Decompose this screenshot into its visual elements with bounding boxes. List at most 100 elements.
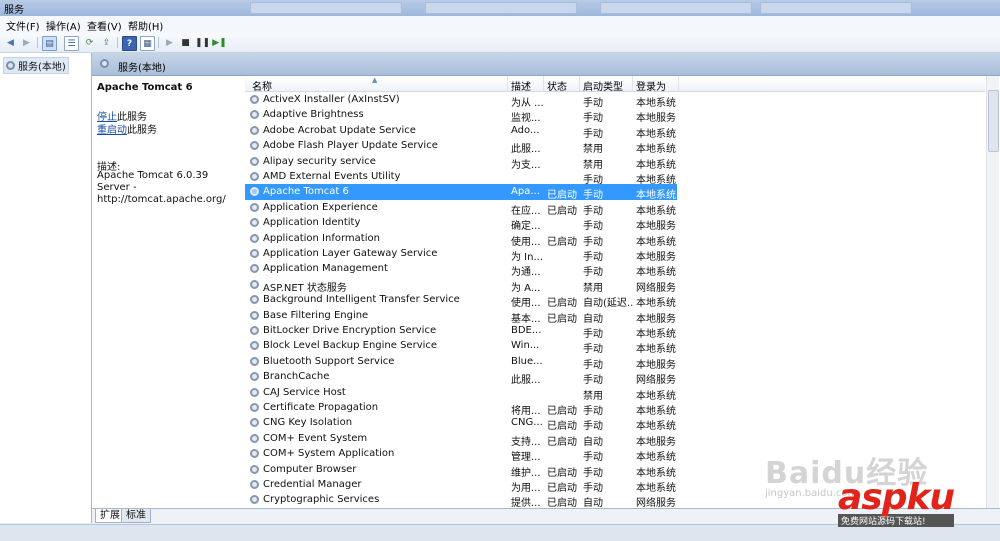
service-row[interactable]: COM+ Event System 支持... 已启动 自动 本地服务 [245,431,677,448]
service-row[interactable]: BitLocker Drive Encryption Service BDE...… [245,323,677,340]
service-row[interactable]: Adobe Flash Player Update Service 此服... 禁用… [245,138,677,155]
service-row[interactable]: Cryptographic Services 提供... 已启动 自动 网络服务 [245,492,677,508]
gear-icon [250,356,259,366]
gear-icon [250,172,259,181]
service-row[interactable]: ActiveX Installer (AxInstSV) 为从 ... 手动 本地系统 [245,92,677,109]
column-divider[interactable] [678,76,679,91]
export-icon[interactable]: ⇪ [100,36,113,49]
service-name: CAJ Service Host [263,386,346,398]
service-name: ActiveX Installer (AxInstSV) [263,94,400,105]
service-row[interactable]: Adaptive Brightness 监视... 手动 本地服务 [245,107,677,124]
play-icon[interactable]: ▶ [163,36,176,49]
column-startup-type[interactable]: 启动类型 [583,78,623,93]
service-row[interactable]: BranchCache 此服... 手动 网络服务 [245,369,677,386]
restart-service-row: 重启动此服务 [97,121,157,136]
gear-icon [250,310,259,320]
column-divider[interactable] [543,76,544,91]
service-name: Base Filtering Engine [263,309,369,321]
tree-node-services-local[interactable]: 服务(本地) [3,57,69,74]
service-row[interactable]: Adobe Acrobat Update Service Ado... 手动 本地系统 [245,123,677,140]
column-divider[interactable] [579,76,580,91]
gear-icon [250,95,259,104]
column-description[interactable]: 描述 [511,78,531,93]
column-name[interactable]: 名称 [252,78,272,93]
properties-icon[interactable]: ▦ [140,36,155,51]
service-name: Credential Manager [263,479,362,490]
service-name: Block Level Backup Engine Service [263,340,438,352]
restart-service-link[interactable]: 重启动 [97,125,127,136]
service-description: Win... [511,340,540,352]
service-row[interactable]: Application Layer Gateway Service 为 In...… [245,246,677,263]
service-row[interactable]: Application Experience 在应... 已启动 手动 本地系统 [245,200,677,217]
service-row[interactable]: Apache Tomcat 6 Apa... 已启动 手动 本地系统 [245,184,677,201]
service-startup-type: 自动 [583,498,603,508]
service-row[interactable]: AMD External Events Utility 手动 本地系统 [245,169,677,186]
column-status[interactable]: 状态 [547,78,567,93]
service-name: Application Management [263,263,388,275]
gear-icon [250,372,259,382]
list-icon[interactable]: ☰ [64,36,79,51]
menu-file[interactable]: 文件(F) [6,18,40,33]
window-title: 服务 [4,5,24,16]
gear-icon [250,295,259,305]
service-name: Application Layer Gateway Service [263,248,438,259]
gear-icon [100,59,109,68]
column-log-on-as[interactable]: 登录为 [636,78,666,93]
tab-standard[interactable]: 标准 [121,509,151,523]
vertical-scrollbar[interactable] [986,76,999,508]
service-name: Application Information [263,232,380,244]
menu-help[interactable]: 帮助(H) [128,18,163,33]
gear-icon [250,110,259,120]
forward-arrow-icon[interactable]: ▶ [20,36,33,49]
service-name: CNG Key Isolation [263,417,353,429]
service-row[interactable]: Certificate Propagation 将用... 已启动 手动 本地系统 [245,400,677,417]
service-name: Bluetooth Support Service [263,355,395,367]
menu-view[interactable]: 查看(V) [87,18,122,33]
gear-icon [250,495,259,505]
service-name: Adobe Flash Player Update Service [263,140,438,152]
service-name: COM+ System Application [263,448,395,460]
service-row[interactable]: Application Information 使用... 已启动 手动 本地系统 [245,231,677,248]
service-log-on-as: 网络服务 [636,498,676,508]
service-row[interactable]: CAJ Service Host 禁用 本地系统 [245,385,677,402]
service-name: Application Identity [263,217,361,229]
service-row[interactable]: Base Filtering Engine 基本... 已启动 自动 本地服务 [245,308,677,325]
console-tree-icon[interactable]: ▤ [42,36,57,51]
gear-icon [250,326,259,335]
column-divider[interactable] [507,76,508,91]
restart-icon[interactable]: ▶❚ [212,36,226,49]
service-row[interactable]: ASP.NET 状态服务为 A... 禁用 网络服务 [245,277,677,294]
service-row[interactable]: Background Intelligent Transfer Service 使… [245,292,677,309]
toolbar: ◀ ▶ ▤ ☰ ⟳ ⇪ ? ▦ ▶ ■ ❚❚ ▶❚ [0,33,1000,53]
back-arrow-icon[interactable]: ◀ [4,36,17,49]
service-row[interactable]: CNG Key Isolation CNG... 已启动 手动 本地系统 [245,415,677,432]
services-list: 名称 ▲ 描述 状态 启动类型 登录为 ActiveX Installer (A… [245,76,1000,508]
menu-action[interactable]: 操作(A) [46,18,81,33]
pause-icon[interactable]: ❚❚ [195,36,210,49]
selected-service-name: Apache Tomcat 6 [97,82,193,93]
column-divider[interactable] [632,76,633,91]
service-row[interactable]: Computer Browser 维护... 已启动 手动 本地系统 [245,462,677,479]
gear-icon [250,464,259,474]
service-row[interactable]: Block Level Backup Engine Service Win... 手… [245,338,677,355]
help-icon[interactable]: ? [122,36,137,51]
service-row[interactable]: COM+ System Application 管理... 手动 本地系统 [245,446,677,463]
gear-icon [250,279,259,289]
gear-icon [250,218,259,228]
service-row[interactable]: Application Management 为通... 手动 本地系统 [245,261,677,278]
description-text: Apache Tomcat 6.0.39 Server - http://tom… [97,170,226,205]
service-description: CNG... [511,417,543,429]
service-row[interactable]: Credential Manager 为用... 已启动 手动 本地系统 [245,477,677,494]
background-tab [600,2,752,14]
aspku-logo-text: aspku [838,477,955,518]
refresh-icon[interactable]: ⟳ [83,36,96,49]
stop-icon[interactable]: ■ [179,36,192,49]
service-row[interactable]: Application Identity 确定... 手动 本地服务 [245,215,677,232]
service-name: BitLocker Drive Encryption Service [263,325,437,336]
service-row[interactable]: Bluetooth Support Service Blue... 手动 本地服务 [245,354,677,371]
restart-service-suffix: 此服务 [127,125,157,136]
scrollbar-thumb[interactable] [988,90,999,152]
gear-icon [250,341,259,351]
service-name: Background Intelligent Transfer Service [263,294,460,306]
service-row[interactable]: Alipay security service 为支... 禁用 本地系统 [245,154,677,171]
